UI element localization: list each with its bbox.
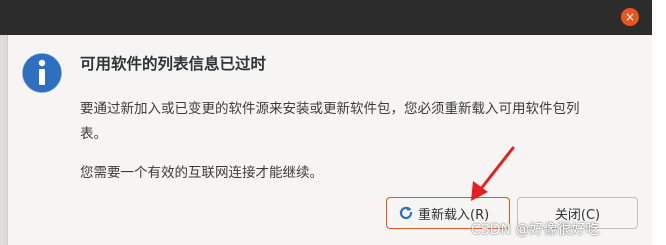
close-window-button[interactable]: × [621,8,639,26]
title-bar: × [0,0,652,35]
info-icon [21,52,63,94]
background-window-edge [0,35,7,245]
watermark: CSDN @好像很好吃 [471,222,600,238]
dialog-message-line-2: 表。 [80,126,107,142]
page-background [652,0,666,245]
dialog-heading: 可用软件的列表信息已过时 [80,55,267,73]
dialog-message-line-1: 要通过新加入或已变更的软件源来安装或更新软件包，您必须重新载入可用软件包列 [80,101,580,117]
dialog-message-line-3: 您需要一个有效的互联网连接才能继续。 [80,165,323,181]
reload-icon [399,206,413,220]
close-icon: × [624,10,636,24]
app-window: × 可用软件的列表信息已过时 要通过新加入或已变更的软件源来安装或更新软件包，您… [0,0,666,245]
